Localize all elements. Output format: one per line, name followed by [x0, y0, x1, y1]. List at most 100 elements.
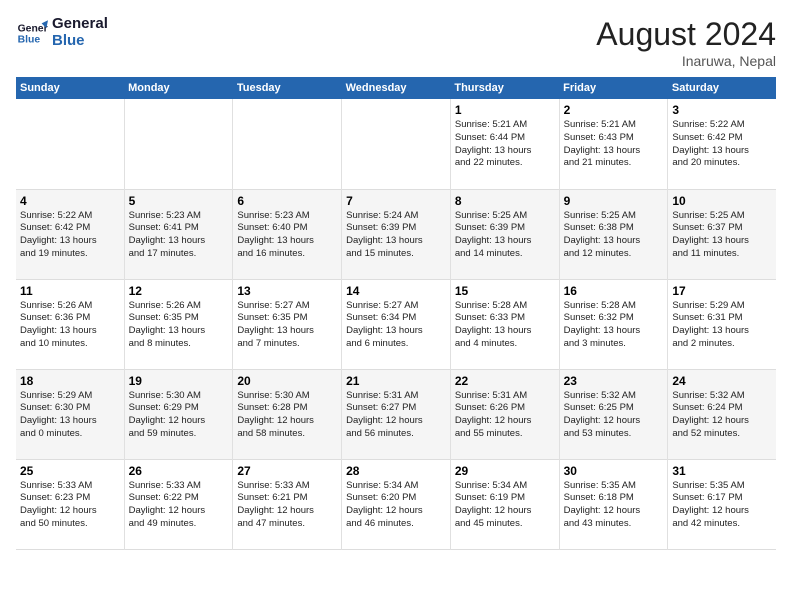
day-number: 3	[672, 103, 772, 117]
calendar-body: 1 Sunrise: 5:21 AM Sunset: 6:44 PM Daylig…	[16, 99, 776, 549]
day-info: Sunrise: 5:22 AM Sunset: 6:42 PM Dayligh…	[20, 210, 120, 261]
svg-text:Blue: Blue	[18, 34, 41, 45]
day-number: 30	[564, 464, 664, 478]
calendar-cell	[342, 99, 451, 189]
calendar-cell: 7Sunrise: 5:24 AM Sunset: 6:39 PM Daylig…	[342, 189, 451, 279]
calendar-cell	[16, 99, 124, 189]
calendar-cell: 20Sunrise: 5:30 AM Sunset: 6:28 PM Dayli…	[233, 369, 342, 459]
day-number: 6	[237, 194, 337, 208]
day-info: Sunrise: 5:30 AM Sunset: 6:29 PM Dayligh…	[129, 390, 229, 441]
calendar-cell: 29Sunrise: 5:34 AM Sunset: 6:19 PM Dayli…	[450, 459, 559, 549]
day-info: Sunrise: 5:21 AM Sunset: 6:44 PM Dayligh…	[455, 119, 555, 170]
calendar-cell: 4 Sunrise: 5:22 AM Sunset: 6:42 PM Daylig…	[16, 189, 124, 279]
day-info: Sunrise: 5:35 AM Sunset: 6:18 PM Dayligh…	[564, 480, 664, 531]
day-info: Sunrise: 5:25 AM Sunset: 6:39 PM Dayligh…	[455, 210, 555, 261]
day-info: Sunrise: 5:31 AM Sunset: 6:26 PM Dayligh…	[455, 390, 555, 441]
calendar-cell	[124, 99, 233, 189]
calendar-cell: 9Sunrise: 5:25 AM Sunset: 6:38 PM Daylig…	[559, 189, 668, 279]
day-number: 4	[20, 194, 120, 208]
location-subtitle: Inaruwa, Nepal	[596, 53, 776, 69]
day-number: 5	[129, 194, 229, 208]
calendar-cell: 2 Sunrise: 5:21 AM Sunset: 6:43 PM Daylig…	[559, 99, 668, 189]
day-info: Sunrise: 5:35 AM Sunset: 6:17 PM Dayligh…	[672, 480, 772, 531]
day-info: Sunrise: 5:22 AM Sunset: 6:42 PM Dayligh…	[672, 119, 772, 170]
day-info: Sunrise: 5:28 AM Sunset: 6:32 PM Dayligh…	[564, 300, 664, 351]
calendar-week-row: 11Sunrise: 5:26 AM Sunset: 6:36 PM Dayli…	[16, 279, 776, 369]
day-info: Sunrise: 5:26 AM Sunset: 6:35 PM Dayligh…	[129, 300, 229, 351]
day-number: 19	[129, 374, 229, 388]
calendar-cell: 27 Sunrise: 5:33 AM Sunset: 6:21 PM Dayli…	[233, 459, 342, 549]
calendar-week-row: 4 Sunrise: 5:22 AM Sunset: 6:42 PM Daylig…	[16, 189, 776, 279]
calendar-table: SundayMondayTuesdayWednesdayThursdayFrid…	[16, 77, 776, 550]
logo-text-blue: Blue	[52, 33, 108, 50]
calendar-cell: 11Sunrise: 5:26 AM Sunset: 6:36 PM Dayli…	[16, 279, 124, 369]
calendar-cell: 5 Sunrise: 5:23 AM Sunset: 6:41 PM Daylig…	[124, 189, 233, 279]
day-number: 31	[672, 464, 772, 478]
day-number: 12	[129, 284, 229, 298]
calendar-cell: 15Sunrise: 5:28 AM Sunset: 6:33 PM Dayli…	[450, 279, 559, 369]
calendar-cell: 19 Sunrise: 5:30 AM Sunset: 6:29 PM Dayli…	[124, 369, 233, 459]
header-day-tuesday: Tuesday	[233, 77, 342, 99]
day-info: Sunrise: 5:34 AM Sunset: 6:20 PM Dayligh…	[346, 480, 446, 531]
day-number: 25	[20, 464, 120, 478]
calendar-cell: 3 Sunrise: 5:22 AM Sunset: 6:42 PM Daylig…	[668, 99, 776, 189]
day-number: 1	[455, 103, 555, 117]
day-info: Sunrise: 5:27 AM Sunset: 6:35 PM Dayligh…	[237, 300, 337, 351]
day-number: 23	[564, 374, 664, 388]
calendar-week-row: 25 Sunrise: 5:33 AM Sunset: 6:23 PM Dayli…	[16, 459, 776, 549]
day-info: Sunrise: 5:32 AM Sunset: 6:25 PM Dayligh…	[564, 390, 664, 441]
calendar-cell: 16 Sunrise: 5:28 AM Sunset: 6:32 PM Dayli…	[559, 279, 668, 369]
page-header: General Blue General Blue August 2024 In…	[16, 16, 776, 69]
day-info: Sunrise: 5:27 AM Sunset: 6:34 PM Dayligh…	[346, 300, 446, 351]
header-row: SundayMondayTuesdayWednesdayThursdayFrid…	[16, 77, 776, 99]
calendar-cell: 30 Sunrise: 5:35 AM Sunset: 6:18 PM Dayli…	[559, 459, 668, 549]
day-info: Sunrise: 5:34 AM Sunset: 6:19 PM Dayligh…	[455, 480, 555, 531]
calendar-cell: 14 Sunrise: 5:27 AM Sunset: 6:34 PM Dayli…	[342, 279, 451, 369]
day-number: 7	[346, 194, 446, 208]
day-info: Sunrise: 5:33 AM Sunset: 6:21 PM Dayligh…	[237, 480, 337, 531]
calendar-cell: 6Sunrise: 5:23 AM Sunset: 6:40 PM Daylig…	[233, 189, 342, 279]
day-number: 20	[237, 374, 337, 388]
day-number: 26	[129, 464, 229, 478]
day-info: Sunrise: 5:23 AM Sunset: 6:41 PM Dayligh…	[129, 210, 229, 261]
calendar-cell: 13 Sunrise: 5:27 AM Sunset: 6:35 PM Dayli…	[233, 279, 342, 369]
day-number: 22	[455, 374, 555, 388]
logo-icon: General Blue	[16, 17, 48, 49]
day-info: Sunrise: 5:33 AM Sunset: 6:22 PM Dayligh…	[129, 480, 229, 531]
header-day-friday: Friday	[559, 77, 668, 99]
day-info: Sunrise: 5:31 AM Sunset: 6:27 PM Dayligh…	[346, 390, 446, 441]
day-info: Sunrise: 5:29 AM Sunset: 6:30 PM Dayligh…	[20, 390, 120, 441]
day-number: 17	[672, 284, 772, 298]
day-number: 16	[564, 284, 664, 298]
day-info: Sunrise: 5:29 AM Sunset: 6:31 PM Dayligh…	[672, 300, 772, 351]
calendar-cell: 17 Sunrise: 5:29 AM Sunset: 6:31 PM Dayli…	[668, 279, 776, 369]
day-number: 11	[20, 284, 120, 298]
calendar-cell: 18 Sunrise: 5:29 AM Sunset: 6:30 PM Dayli…	[16, 369, 124, 459]
calendar-cell: 26 Sunrise: 5:33 AM Sunset: 6:22 PM Dayli…	[124, 459, 233, 549]
day-number: 18	[20, 374, 120, 388]
day-number: 14	[346, 284, 446, 298]
header-day-thursday: Thursday	[450, 77, 559, 99]
logo: General Blue General Blue	[16, 16, 108, 49]
day-number: 28	[346, 464, 446, 478]
day-number: 27	[237, 464, 337, 478]
day-number: 13	[237, 284, 337, 298]
month-year-title: August 2024	[596, 16, 776, 53]
calendar-cell: 23 Sunrise: 5:32 AM Sunset: 6:25 PM Dayli…	[559, 369, 668, 459]
calendar-cell: 1 Sunrise: 5:21 AM Sunset: 6:44 PM Daylig…	[450, 99, 559, 189]
day-number: 2	[564, 103, 664, 117]
header-day-saturday: Saturday	[668, 77, 776, 99]
calendar-week-row: 1 Sunrise: 5:21 AM Sunset: 6:44 PM Daylig…	[16, 99, 776, 189]
day-info: Sunrise: 5:21 AM Sunset: 6:43 PM Dayligh…	[564, 119, 664, 170]
day-number: 9	[564, 194, 664, 208]
header-day-wednesday: Wednesday	[342, 77, 451, 99]
day-number: 15	[455, 284, 555, 298]
calendar-cell: 25 Sunrise: 5:33 AM Sunset: 6:23 PM Dayli…	[16, 459, 124, 549]
calendar-cell: 24Sunrise: 5:32 AM Sunset: 6:24 PM Dayli…	[668, 369, 776, 459]
calendar-header: SundayMondayTuesdayWednesdayThursdayFrid…	[16, 77, 776, 99]
logo-text-general: General	[52, 16, 108, 33]
calendar-cell	[233, 99, 342, 189]
day-info: Sunrise: 5:25 AM Sunset: 6:37 PM Dayligh…	[672, 210, 772, 261]
day-info: Sunrise: 5:33 AM Sunset: 6:23 PM Dayligh…	[20, 480, 120, 531]
calendar-cell: 21Sunrise: 5:31 AM Sunset: 6:27 PM Dayli…	[342, 369, 451, 459]
